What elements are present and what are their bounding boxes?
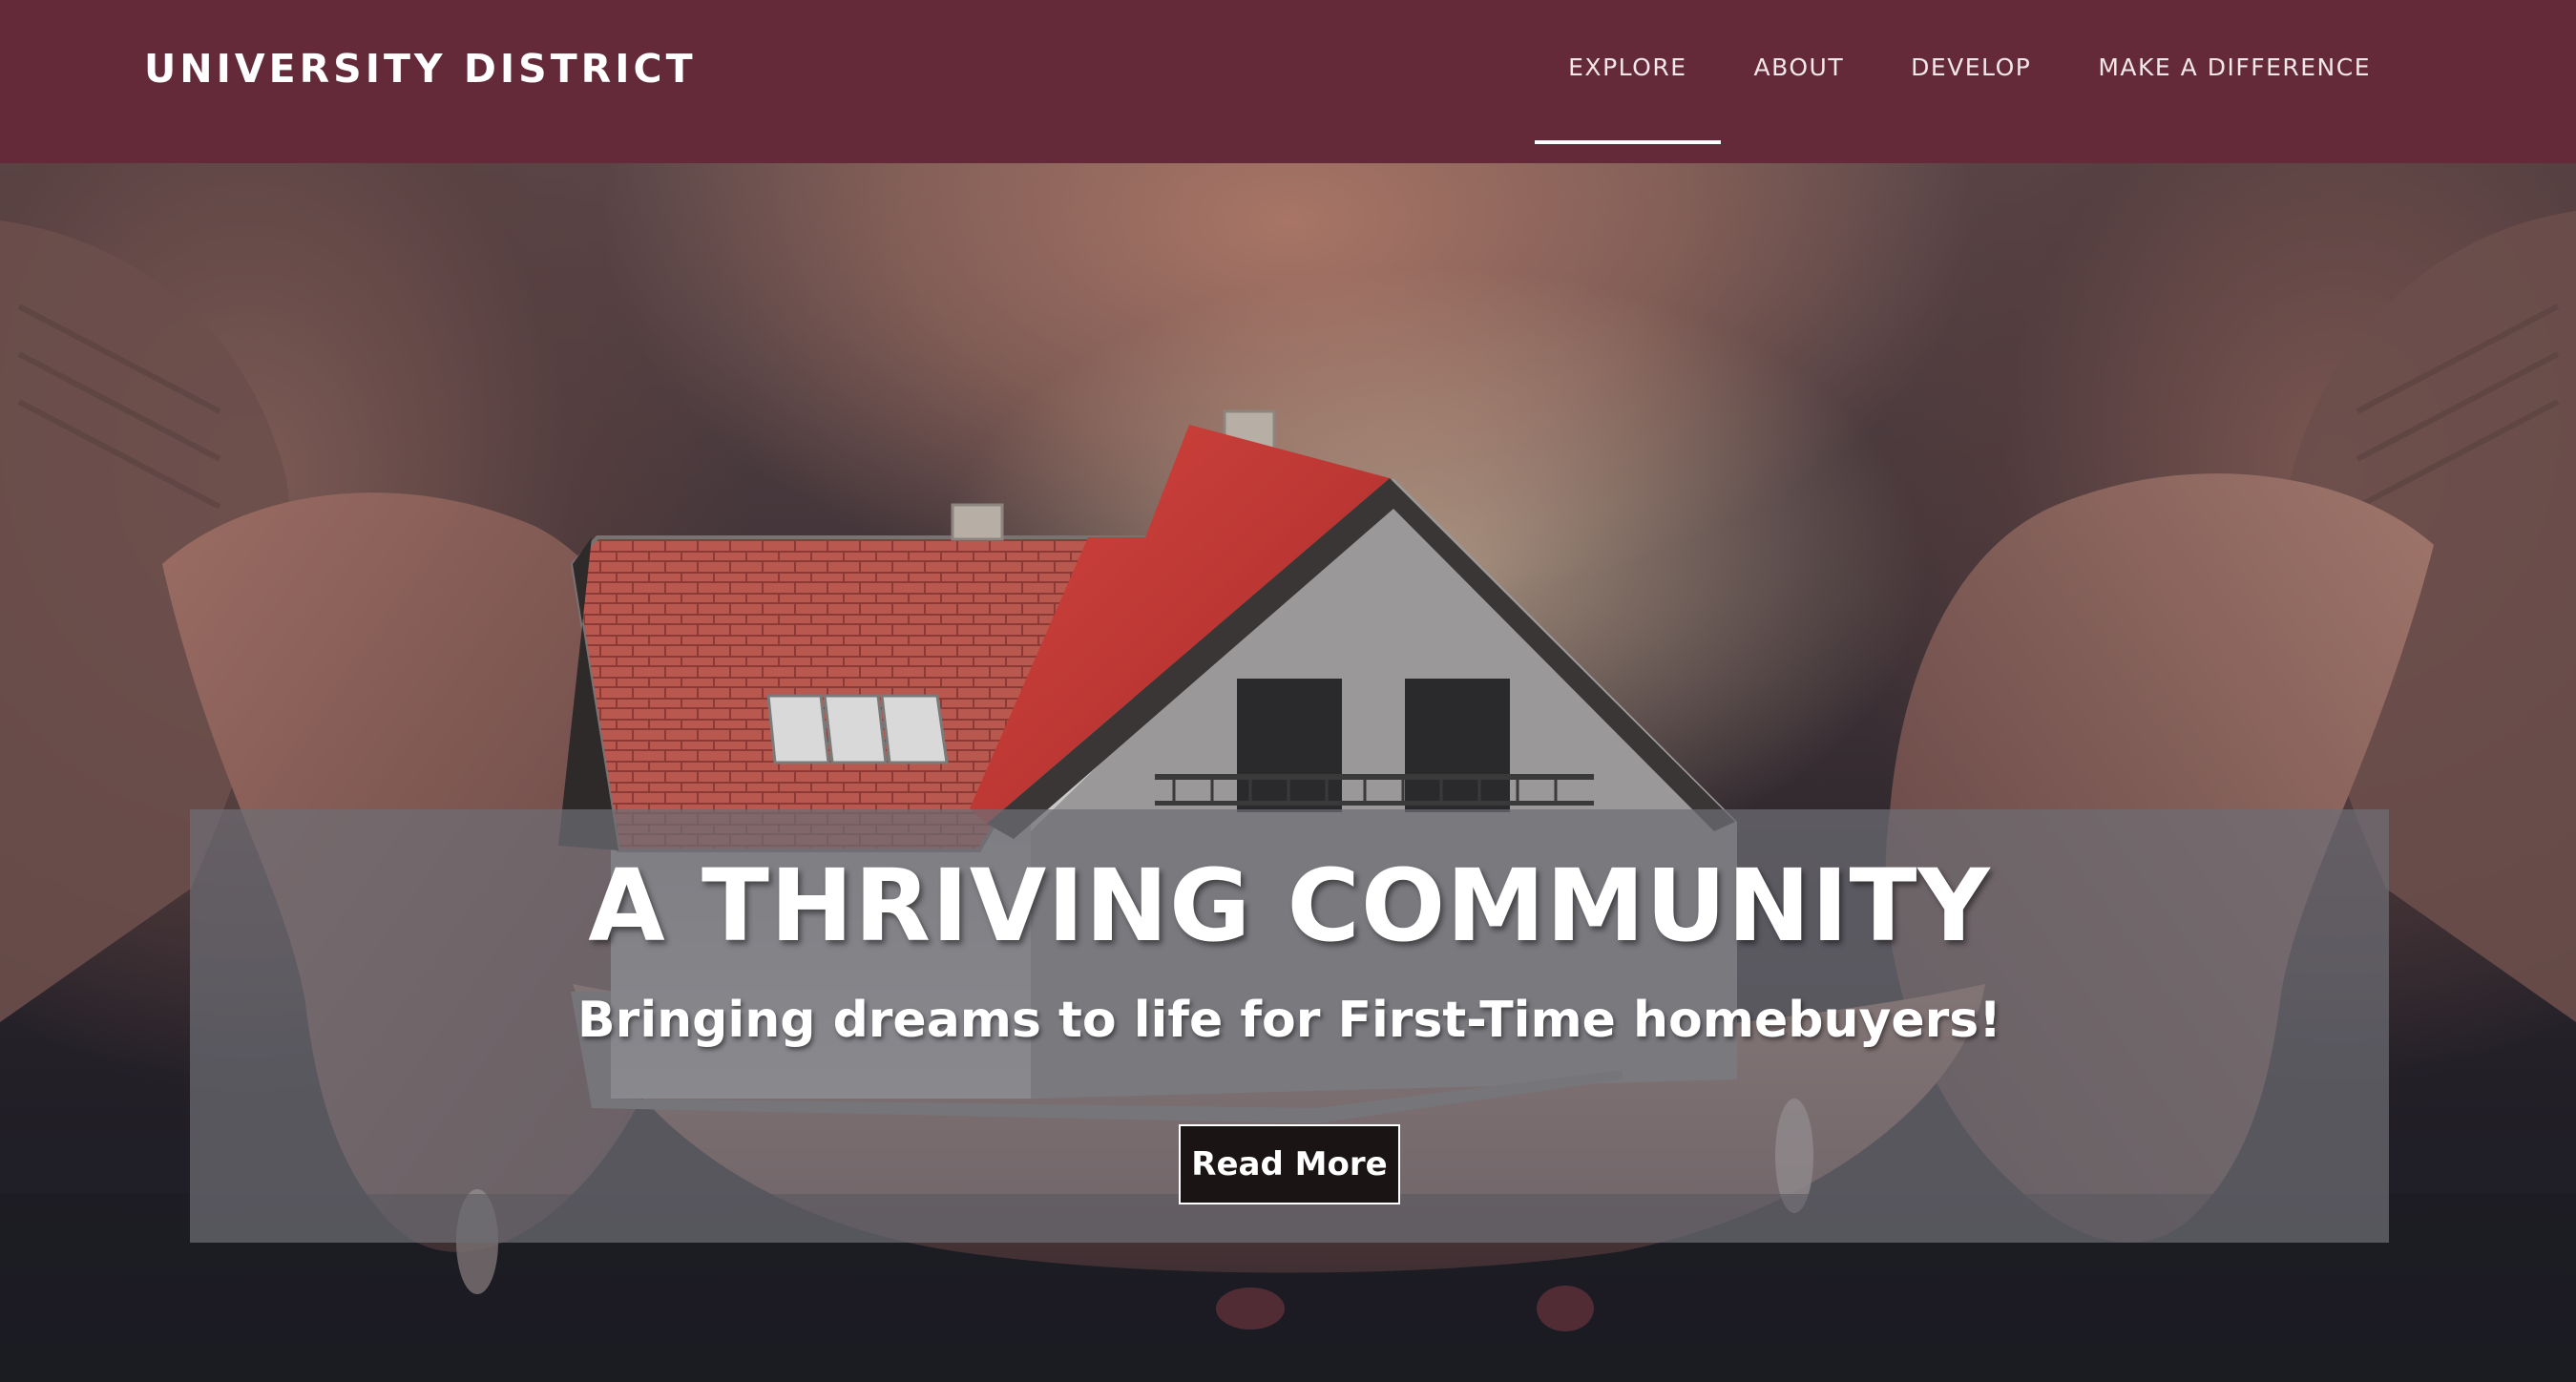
nav-item-about[interactable]: ABOUT	[1721, 0, 1878, 163]
site-header: UNIVERSITY DISTRICT EXPLORE ABOUT DEVELO…	[0, 0, 2576, 163]
hero-section: A THRIVING COMMUNITY Bringing dreams to …	[0, 163, 2576, 1382]
nav-item-label: ABOUT	[1753, 53, 1845, 81]
nav-item-develop[interactable]: DEVELOP	[1877, 0, 2064, 163]
nav-item-label: DEVELOP	[1911, 53, 2032, 81]
hero-caption-panel: A THRIVING COMMUNITY Bringing dreams to …	[190, 809, 2389, 1243]
nav-item-explore[interactable]: EXPLORE	[1535, 0, 1721, 163]
site-logo-link[interactable]: UNIVERSITY DISTRICT	[144, 42, 697, 95]
nav-item-label: EXPLORE	[1568, 53, 1687, 81]
hero-subheadline: Bringing dreams to life for First-Time h…	[577, 992, 2001, 1049]
main-nav: EXPLORE ABOUT DEVELOP MAKE A DIFFERENCE	[1535, 0, 2404, 163]
read-more-button[interactable]: Read More	[1179, 1124, 1400, 1204]
hero-headline: A THRIVING COMMUNITY	[588, 848, 1991, 964]
nav-item-make-a-difference[interactable]: MAKE A DIFFERENCE	[2064, 0, 2404, 163]
nav-item-label: MAKE A DIFFERENCE	[2098, 53, 2371, 81]
page: UNIVERSITY DISTRICT EXPLORE ABOUT DEVELO…	[0, 0, 2576, 1382]
